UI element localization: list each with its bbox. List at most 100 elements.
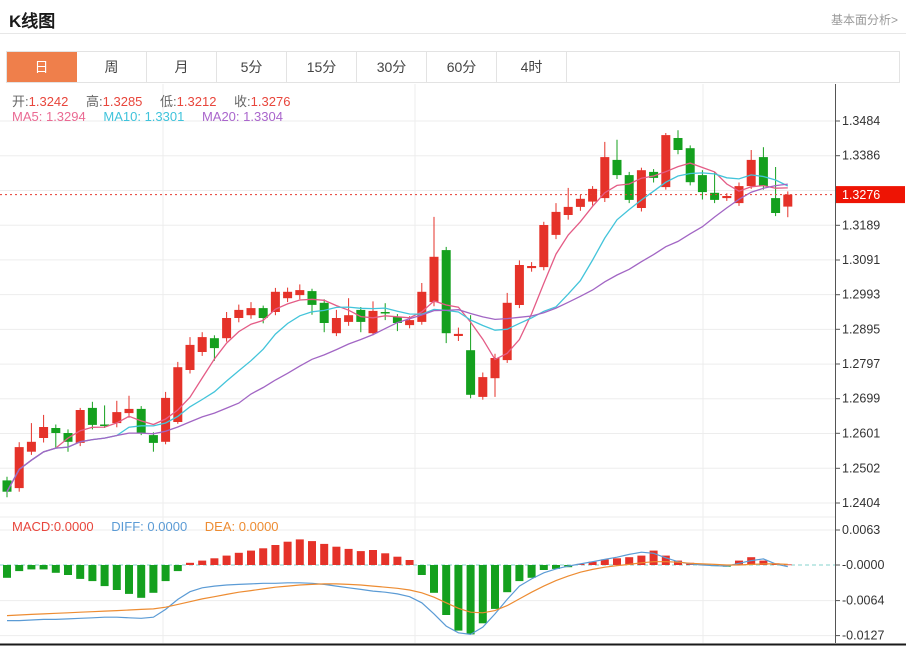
candle-body [368, 310, 378, 334]
candle-body [344, 315, 354, 322]
candle-body [502, 302, 512, 361]
macd-histogram-bar [442, 565, 451, 615]
macd-histogram-bar [539, 565, 548, 570]
candle-body [624, 175, 634, 200]
candle-body [575, 198, 585, 207]
macd-axis-label: -0.0127 [842, 629, 884, 643]
candle-body [39, 427, 49, 438]
macd-histogram-bar [332, 546, 341, 565]
open-label: 开: [12, 94, 29, 109]
ma-info-row: MA5: 1.3294 MA10: 1.3301 MA20: 1.3304 [12, 109, 297, 124]
macd-label: MACD: [12, 519, 54, 534]
macd-histogram-bar [417, 565, 426, 575]
candle-body [307, 291, 317, 305]
macd-histogram-bar [283, 541, 292, 565]
macd-histogram-bar [112, 565, 121, 590]
macd-axis-label: 0.0063 [842, 523, 880, 537]
macd-histogram-bar [454, 565, 463, 631]
candle-body [429, 256, 439, 303]
macd-histogram-bar [234, 552, 243, 565]
ma10-label: MA10: [103, 109, 141, 124]
macd-histogram-bar [39, 565, 48, 570]
ma10-line [6, 172, 789, 493]
macd-histogram-bar [381, 553, 390, 565]
candle-body [771, 198, 781, 213]
macd-histogram-bar [295, 539, 304, 565]
candle-body [551, 211, 561, 235]
y-axis-label: 1.2797 [842, 357, 880, 371]
candle-body [258, 308, 268, 318]
candle-body [685, 148, 695, 183]
candle-body [331, 318, 341, 334]
y-axis-label: 1.2404 [842, 496, 880, 510]
candle-body [246, 308, 256, 316]
high-value: 1.3285 [102, 94, 143, 109]
candle-body [124, 408, 134, 414]
dea-label: DEA: [204, 519, 236, 534]
candle-body [612, 159, 622, 176]
y-axis-label: 1.3386 [842, 149, 880, 163]
candle-body [588, 188, 598, 202]
macd-histogram-bar [491, 565, 499, 609]
ma20-line [6, 183, 788, 493]
ohlc-info-row: 开:1.3242 高:1.3285 低:1.3212 收:1.3276 [12, 91, 304, 110]
candle-body [209, 338, 219, 349]
low-label: 低: [160, 94, 177, 109]
y-axis-label: 1.2895 [842, 322, 880, 336]
macd-axis-label: -0.0064 [842, 594, 884, 608]
macd-histogram-bar [393, 556, 402, 565]
candle-body [87, 407, 97, 425]
candle-body [51, 428, 61, 433]
candle-body [490, 358, 500, 379]
macd-histogram-bar [173, 565, 182, 572]
y-axis-label: 1.3091 [842, 253, 880, 267]
macd-histogram-bar [222, 555, 231, 565]
high-label: 高: [86, 94, 103, 109]
macd-histogram-bar [369, 550, 377, 565]
y-axis-label: 1.2502 [842, 461, 880, 475]
candle-body [466, 350, 476, 395]
macd-histogram-bar [503, 565, 512, 593]
macd-histogram-bar [161, 565, 170, 582]
candle-body [710, 192, 720, 200]
candle-body [673, 138, 683, 150]
ma10-value: 1.3301 [144, 109, 185, 124]
candle-body [453, 333, 463, 336]
macd-histogram-bar [210, 558, 219, 565]
macd-histogram-bar [466, 565, 475, 635]
candle-body [234, 309, 244, 318]
macd-histogram-bar [430, 565, 438, 593]
macd-axis-label: -0.0000 [842, 558, 884, 572]
macd-info-row: MACD:0.0000 DIFF: 0.0000 DEA: 0.0000 [12, 519, 293, 534]
macd-histogram-bar [186, 562, 194, 565]
candle-body [441, 250, 451, 334]
macd-histogram-bar [247, 550, 255, 565]
macd-histogram-bar [76, 565, 85, 579]
candle-body [283, 291, 293, 299]
macd-histogram-bar [515, 565, 524, 582]
macd-histogram-bar [88, 565, 97, 582]
candle-body [527, 266, 537, 269]
macd-histogram-bar [308, 541, 316, 565]
candle-body [26, 441, 36, 452]
macd-histogram-bar [356, 551, 365, 565]
ma5-label: MA5: [12, 109, 43, 124]
macd-histogram-bar [478, 565, 487, 624]
macd-histogram-bar [3, 565, 11, 578]
ma20-label: MA20: [201, 109, 240, 124]
candle-body [563, 206, 573, 215]
current-price-badge-text: 1.3276 [842, 188, 880, 202]
dea-value: 0.0000 [238, 519, 279, 534]
candle-body [746, 159, 756, 187]
macd-histogram-bar [405, 560, 414, 565]
y-axis-label: 1.2993 [842, 288, 880, 302]
y-axis-label: 1.2601 [842, 426, 880, 440]
macd-histogram-bar [27, 565, 36, 570]
macd-histogram-bar [125, 565, 133, 594]
ma20-value: 1.3304 [243, 109, 283, 124]
candle-body [514, 265, 524, 305]
open-value: 1.3242 [28, 94, 69, 109]
macd-histogram-bar [149, 565, 158, 593]
diff-label: DIFF: [111, 519, 144, 534]
candle-body [417, 291, 427, 322]
